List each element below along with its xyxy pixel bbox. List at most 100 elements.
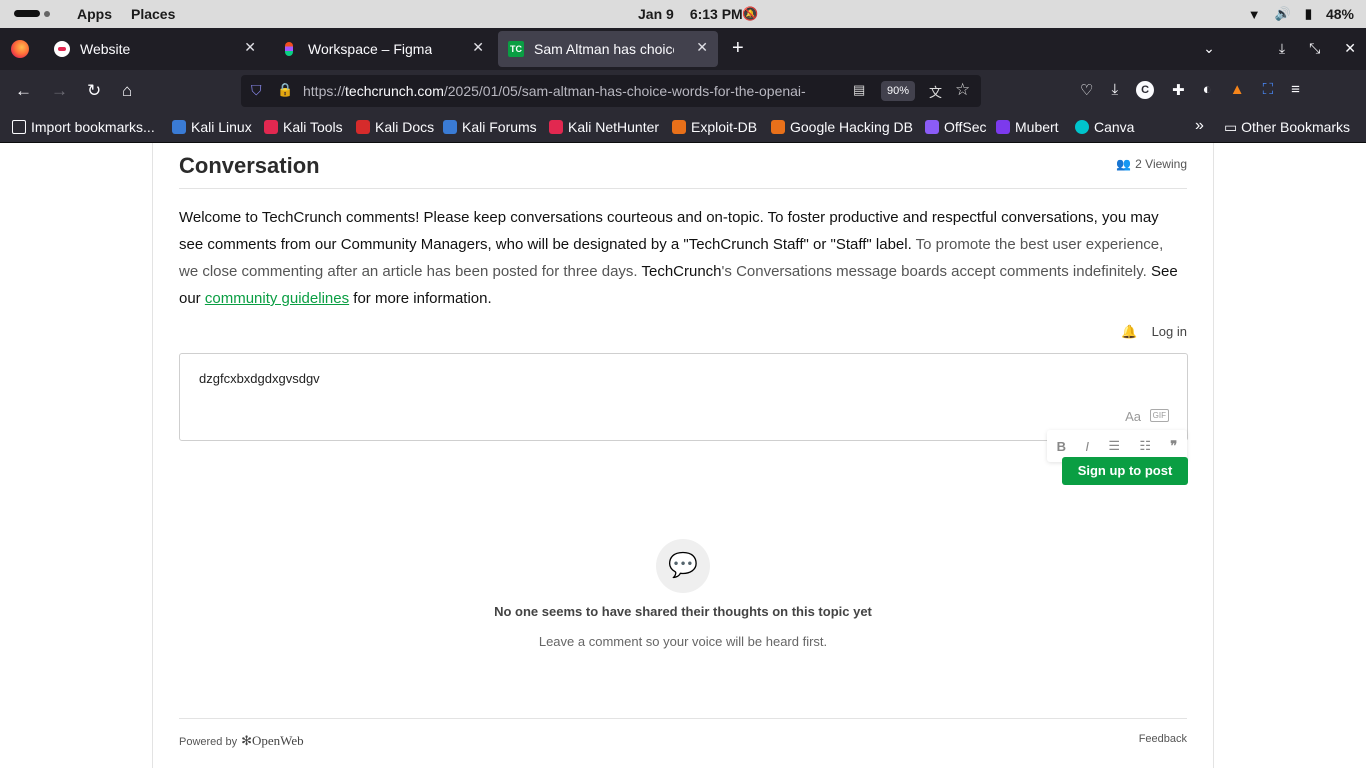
bookmark-kali-nethunter[interactable]: Kali NetHunter <box>549 119 659 135</box>
bookmark-offsec[interactable]: OffSec <box>925 119 987 135</box>
speech-bubble-icon: 💬 <box>656 539 710 593</box>
kali-tools-icon <box>264 120 278 134</box>
kali-docs-icon <box>356 120 370 134</box>
extensions-icon[interactable]: ✚ <box>1172 81 1185 99</box>
bold-icon[interactable]: B <box>1057 439 1066 454</box>
bookmark-kali-linux[interactable]: Kali Linux <box>172 119 252 135</box>
bookmark-kali-tools[interactable]: Kali Tools <box>264 119 343 135</box>
mubert-icon <box>996 120 1010 134</box>
quote-icon[interactable]: ❞ <box>1170 438 1177 454</box>
metamask-fox-icon[interactable]: ▲ <box>1230 81 1245 99</box>
app-menu-icon[interactable]: ≡ <box>1291 81 1300 99</box>
clock-date: Jan 9 <box>638 6 674 22</box>
sign-up-to-post-button[interactable]: Sign up to post <box>1062 457 1188 485</box>
kali-nethunter-icon <box>549 120 563 134</box>
ordered-list-icon[interactable]: ☰ <box>1108 438 1120 454</box>
folder-icon: ▭ <box>1224 119 1242 135</box>
list-all-tabs-icon[interactable]: ⌄ <box>1203 40 1215 57</box>
clock-time: 6:13 PM <box>689 6 743 22</box>
home-icon[interactable]: ⌂ <box>122 81 132 101</box>
tab-website[interactable]: Website ✕ <box>44 31 266 67</box>
powered-by: Powered by ✻OpenWeb <box>179 733 304 748</box>
login-link[interactable]: Log in <box>1152 324 1187 339</box>
minimize-icon[interactable]: ⤓ <box>1279 40 1285 57</box>
tab-title: Sam Altman has choice wo <box>534 41 674 57</box>
extension-cookie-icon[interactable]: ◐ <box>1203 81 1212 99</box>
url-prefix: https:// <box>303 83 346 99</box>
apps-menu[interactable]: Apps <box>77 6 112 22</box>
bookmark-exploit-db[interactable]: Exploit-DB <box>672 119 757 135</box>
close-window-icon[interactable]: ✕ <box>1344 40 1356 57</box>
canva-icon <box>1075 120 1089 134</box>
tab-favicon <box>54 41 70 57</box>
zoom-level-button[interactable]: 90% <box>881 81 916 101</box>
tracking-protection-icon[interactable]: ⛉ <box>251 82 262 99</box>
notifications-bell-icon[interactable]: 🔔 <box>1121 324 1137 339</box>
tab-title: Website <box>80 41 131 57</box>
bookmark-star-icon[interactable]: ☆ <box>955 80 970 100</box>
forward-icon[interactable]: → <box>51 81 68 101</box>
bookmark-canva[interactable]: Canva <box>1075 119 1134 135</box>
close-tab-icon[interactable]: ✕ <box>244 39 256 56</box>
italic-icon[interactable]: I <box>1085 439 1089 454</box>
navigation-toolbar: ← → ↻ ⌂ ⛉ 🔒 https://techcrunch.com/2025/… <box>0 70 1366 112</box>
divider <box>179 188 1187 189</box>
system-top-bar: Apps Places Jan 9 6:13 PM 🔕 ▼ 🔊 ▮ 48% <box>0 0 1366 28</box>
lock-icon[interactable]: 🔒 <box>277 82 293 98</box>
reader-view-icon[interactable]: ▤ <box>853 82 865 98</box>
url-domain: techcrunch.com <box>345 83 444 99</box>
clock[interactable]: Jan 9 6:13 PM <box>638 6 759 22</box>
more-bookmarks-chevron-icon[interactable]: » <box>1195 117 1204 135</box>
screenshot-extension-icon[interactable]: ⛶ <box>1263 81 1274 99</box>
firefox-icon[interactable] <box>11 40 29 58</box>
pocket-icon[interactable]: ♡ <box>1080 81 1093 99</box>
bulleted-list-icon[interactable]: ☷ <box>1139 438 1151 454</box>
empty-state-subtitle: Leave a comment so your voice will be he… <box>538 634 828 649</box>
new-tab-button[interactable]: + <box>732 37 744 60</box>
feedback-link[interactable]: Feedback <box>1139 733 1187 745</box>
divider <box>179 718 1187 719</box>
restore-icon[interactable]: ⤡ <box>1309 40 1320 57</box>
empty-state-title: No one seems to have shared their though… <box>494 604 872 619</box>
gif-icon[interactable]: GIF <box>1149 409 1169 422</box>
bookmarks-toolbar: Import bookmarks... Kali Linux Kali Tool… <box>0 112 1366 143</box>
offsec-icon <box>925 120 939 134</box>
bookmark-kali-forums[interactable]: Kali Forums <box>443 119 537 135</box>
openweb-logo[interactable]: ✻OpenWeb <box>241 733 304 748</box>
bookmark-kali-docs[interactable]: Kali Docs <box>356 119 434 135</box>
tab-figma[interactable]: Workspace – Figma ✕ <box>272 31 494 67</box>
comment-editor[interactable]: dzgfcxbxdgdxgvsdgv Aa GIF <box>179 353 1188 441</box>
translate-icon[interactable]: 文 <box>929 82 942 101</box>
reload-icon[interactable]: ↻ <box>87 81 101 101</box>
kali-forums-icon <box>443 120 457 134</box>
close-tab-icon[interactable]: ✕ <box>696 39 708 56</box>
tab-techcrunch[interactable]: TC Sam Altman has choice wo ✕ <box>498 31 718 67</box>
techcrunch-favicon: TC <box>508 41 524 57</box>
notifications-muted-icon: 🔕 <box>742 6 759 21</box>
extension-c-icon[interactable]: C <box>1136 81 1155 99</box>
community-guidelines-link[interactable]: community guidelines <box>205 290 349 307</box>
conversation-title: Conversation <box>179 153 320 178</box>
users-icon: 👥 <box>1116 157 1132 171</box>
bookmark-mubert[interactable]: Mubert <box>996 119 1059 135</box>
kali-dragon-icon <box>172 120 186 134</box>
bookmark-google-hacking-db[interactable]: Google Hacking DB <box>771 119 913 135</box>
downloads-icon[interactable]: ⤓ <box>1111 81 1118 99</box>
address-bar[interactable]: ⛉ 🔒 https://techcrunch.com/2025/01/05/sa… <box>241 75 981 107</box>
comment-input-text[interactable]: dzgfcxbxdgdxgvsdgv <box>199 371 320 386</box>
openweb-gear-icon: ✻ <box>241 733 252 748</box>
bookmark-import[interactable]: Import bookmarks... <box>12 119 155 135</box>
back-icon[interactable]: ← <box>15 81 32 101</box>
url-text[interactable]: https://techcrunch.com/2025/01/05/sam-al… <box>303 83 843 99</box>
viewing-count: 👥 2 Viewing <box>1116 157 1187 171</box>
other-bookmarks-folder[interactable]: ▭ Other Bookmarks <box>1224 119 1350 136</box>
battery-icon: ▮ <box>1304 6 1312 21</box>
tab-title: Workspace – Figma <box>308 41 433 57</box>
close-tab-icon[interactable]: ✕ <box>472 39 484 56</box>
page-content: Conversation 👥 2 Viewing Welcome to TechC… <box>0 143 1366 768</box>
system-tray[interactable]: ▼ 🔊 ▮ 48% <box>1248 6 1354 22</box>
text-format-icon[interactable]: Aa <box>1125 409 1141 424</box>
places-menu[interactable]: Places <box>131 6 175 22</box>
activities-indicator[interactable] <box>14 10 50 18</box>
tab-strip: Website ✕ Workspace – Figma ✕ TC Sam Alt… <box>0 28 1366 70</box>
